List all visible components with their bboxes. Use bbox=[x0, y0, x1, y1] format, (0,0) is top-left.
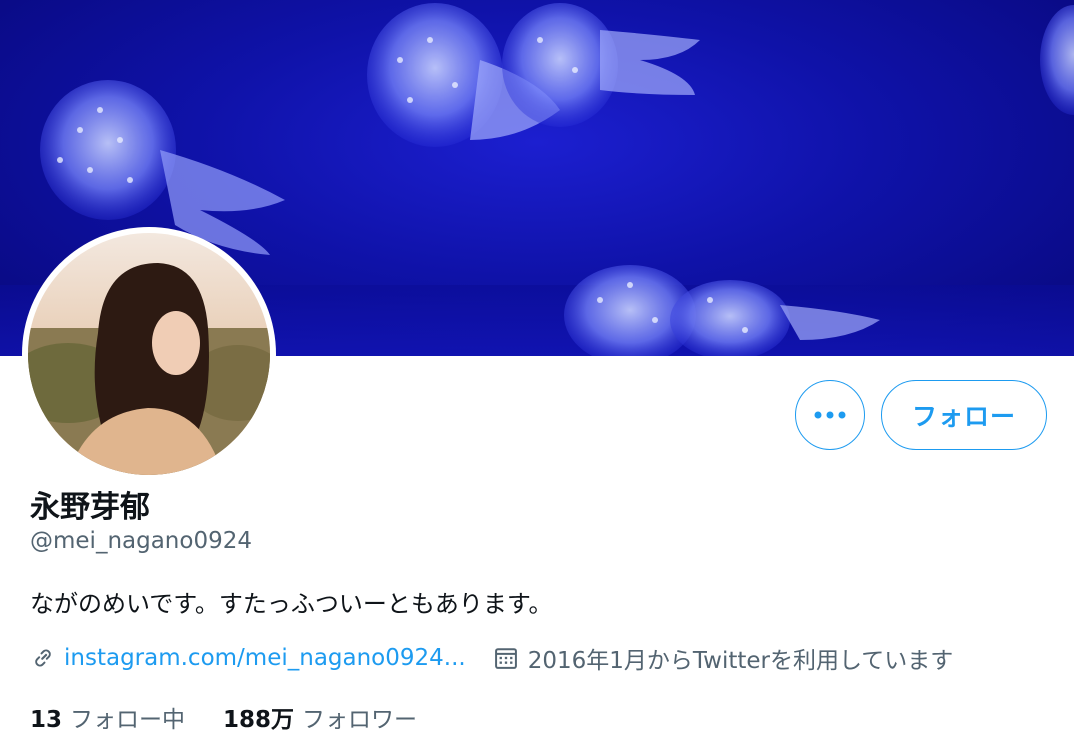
follow-stats: 13 フォロー中 188万 フォロワー bbox=[30, 700, 455, 734]
following-label: フォロー中 bbox=[70, 707, 186, 733]
link-icon bbox=[30, 645, 56, 671]
join-date: 2016年1月からTwitterを利用しています bbox=[527, 648, 954, 674]
user-handle: @mei_nagano0924 bbox=[30, 528, 252, 554]
followers-label: フォロワー bbox=[302, 707, 418, 733]
followers-count: 188万 bbox=[223, 707, 295, 733]
follow-button[interactable]: フォロー bbox=[881, 380, 1047, 450]
profile-meta: instagram.com/mei_nagano0924... 2016年1月か… bbox=[30, 638, 953, 678]
profile-website-link[interactable]: instagram.com/mei_nagano0924... bbox=[64, 645, 466, 671]
avatar-image bbox=[28, 233, 270, 475]
followers-stat[interactable]: 188万 フォロワー bbox=[223, 700, 417, 734]
following-count: 13 bbox=[30, 707, 63, 733]
more-icon bbox=[814, 411, 846, 419]
calendar-icon bbox=[492, 644, 520, 672]
more-options-button[interactable] bbox=[795, 380, 865, 450]
following-stat[interactable]: 13 フォロー中 bbox=[30, 700, 185, 734]
display-name: 永野芽郁 bbox=[30, 490, 150, 525]
profile-bio: ながのめいです。すたっふついーともあります。 bbox=[30, 590, 553, 618]
avatar[interactable] bbox=[28, 233, 270, 475]
